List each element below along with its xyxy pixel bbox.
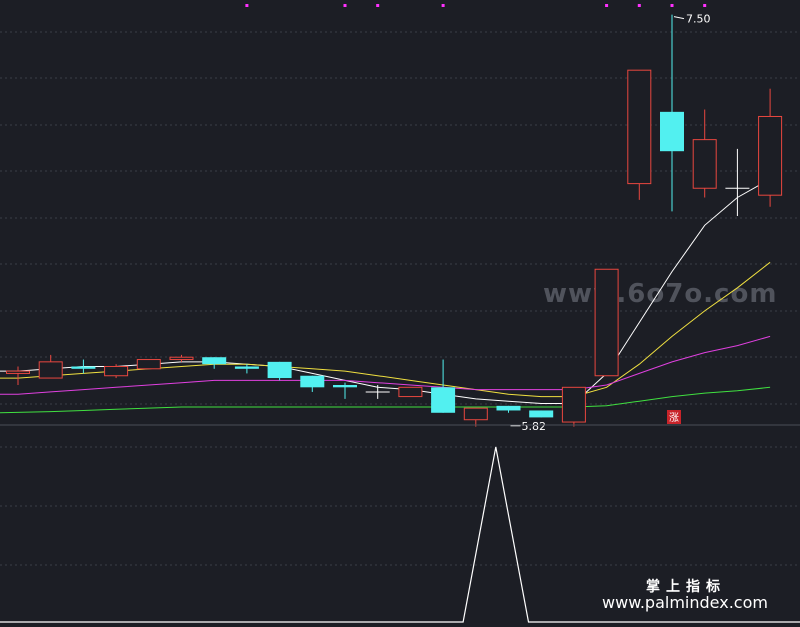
- candle-9: [300, 375, 325, 392]
- candle-body: [71, 366, 96, 369]
- candle-22: [725, 148, 750, 217]
- candle-7: [234, 364, 259, 374]
- signal-marker: [670, 4, 674, 7]
- candle-body: [692, 139, 717, 189]
- candle-23: [758, 88, 783, 207]
- candlesticks: [6, 14, 783, 427]
- signal-marker: [343, 4, 347, 7]
- candle-body: [529, 410, 554, 418]
- candle-body: [463, 407, 488, 421]
- candle-10: [333, 382, 357, 399]
- candle-body: [758, 115, 783, 196]
- chart-stage: www.6o7o.com 7.50 5.82 涨 掌上指标 www.palmin…: [0, 0, 800, 627]
- ma-longest-line: [0, 386, 771, 414]
- brand-url: www.palmindex.com: [602, 593, 768, 612]
- candle-4: [136, 359, 161, 370]
- candle-body: [136, 359, 161, 370]
- candle-body: [104, 365, 129, 377]
- candle-body: [496, 405, 521, 411]
- candle-11: [365, 385, 390, 399]
- high-arrow: [673, 16, 685, 20]
- candle-body: [38, 361, 63, 379]
- candle-body: [202, 357, 227, 365]
- candle-body: [234, 366, 259, 369]
- candle-21: [692, 109, 717, 198]
- signal-marker: [605, 4, 609, 7]
- signal-marker: [376, 4, 380, 7]
- candle-body: [398, 386, 423, 398]
- candle-0: [6, 366, 30, 385]
- candle-body: [627, 69, 652, 185]
- candle-6: [202, 357, 227, 369]
- stock-chart: www.6o7o.com 7.50 5.82 涨 掌上指标 www.palmin…: [0, 4, 800, 623]
- signal-marker: [703, 4, 707, 7]
- candle-3: [104, 364, 129, 379]
- candle-2: [71, 359, 96, 374]
- signal-markers: [245, 4, 707, 7]
- candle-body: [169, 356, 194, 361]
- candle-15: [496, 405, 521, 413]
- candle-16: [529, 410, 554, 418]
- candle-14: [463, 407, 488, 427]
- candle-body: [333, 385, 357, 388]
- brand-block: 掌上指标 www.palmindex.com: [602, 578, 768, 612]
- candle-8: [267, 361, 292, 381]
- candle-body: [300, 375, 325, 388]
- ma-long-line: [0, 335, 771, 395]
- signal-marker: [245, 4, 249, 7]
- candle-12: [398, 386, 423, 398]
- candle-body: [594, 268, 619, 377]
- candle-1: [38, 354, 63, 379]
- signal-marker: [441, 4, 445, 7]
- signal-marker: [637, 4, 641, 7]
- candle-body: [267, 361, 292, 379]
- candle-body: [660, 111, 684, 152]
- candle-17: [561, 386, 586, 427]
- candle-20: [660, 14, 684, 212]
- candle-body: [431, 387, 456, 413]
- candle-19: [627, 69, 652, 200]
- low-price-label: 5.82: [522, 420, 547, 433]
- candle-body: [6, 370, 30, 374]
- candle-5: [169, 354, 194, 362]
- candle-18: [594, 268, 619, 377]
- rise-flag-label: 涨: [669, 412, 679, 424]
- high-price-label: 7.50: [686, 13, 711, 26]
- candle-body: [561, 386, 586, 423]
